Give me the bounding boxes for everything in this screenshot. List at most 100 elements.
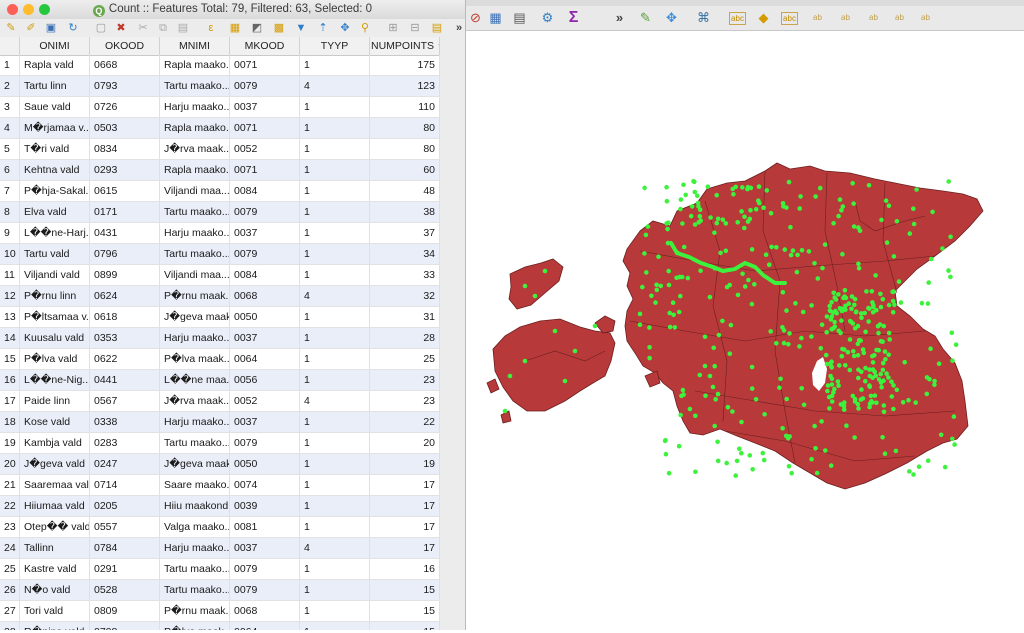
digitize-icon[interactable]: ✎: [637, 9, 654, 26]
row-number-cell[interactable]: 25: [0, 559, 20, 579]
table-row[interactable]: 15 P�lva vald 0622 P�lva maak... 0064 1 25: [0, 349, 440, 370]
toggle-edit-icon[interactable]: ✎: [4, 21, 18, 35]
column-header-mkood[interactable]: MKOOD: [230, 37, 300, 55]
invert-selection-icon[interactable]: ◩: [250, 21, 264, 35]
table-row[interactable]: 27 Tori vald 0809 P�rnu maak... 0068 1 15: [0, 601, 440, 622]
table-row[interactable]: 5 T�ri vald 0834 J�rva maak... 0052 1 80: [0, 139, 440, 160]
row-number-cell[interactable]: 27: [0, 601, 20, 621]
label5-icon[interactable]: ab: [865, 9, 882, 26]
table-row[interactable]: 4 M�rjamaa v... 0503 Rapla maako... 0071 1 80: [0, 118, 440, 139]
map-canvas[interactable]: [465, 31, 1024, 630]
zoom-to-selection-icon[interactable]: ⚲: [358, 21, 372, 35]
table-icon[interactable]: ▦: [487, 9, 504, 26]
row-number-cell[interactable]: 26: [0, 580, 20, 600]
move-selection-top-icon[interactable]: ⇡: [316, 21, 330, 35]
filter-icon[interactable]: ⊘: [467, 9, 484, 26]
cut-icon[interactable]: ✂: [136, 21, 150, 35]
new-field-icon[interactable]: ⊞: [386, 21, 400, 35]
multi-edit-icon[interactable]: ✐: [24, 21, 38, 35]
table-row[interactable]: 11 Viljandi vald 0899 Viljandi maa... 0084 1 3…: [0, 265, 440, 286]
table-row[interactable]: 20J�geva vald0247J�geva maak...0050119: [0, 454, 440, 475]
row-number-cell[interactable]: 22: [0, 496, 20, 516]
deselect-icon[interactable]: ▩: [272, 21, 286, 35]
column-header-okood[interactable]: OKOOD: [90, 37, 160, 55]
reload-icon[interactable]: ↻: [66, 21, 80, 35]
table-row[interactable]: 21 Saaremaa vald 0714 Saare maako... 0074 1 17: [0, 475, 440, 496]
row-number-cell[interactable]: 2: [0, 76, 20, 96]
select-all-icon[interactable]: ▦: [228, 21, 242, 35]
table-row[interactable]: 13P�ltsamaa v...0618J�geva maak...005013…: [0, 307, 440, 328]
table-row[interactable]: 10 Tartu vald 0796 Tartu maako... 0079 1 34: [0, 244, 440, 265]
table-row[interactable]: 7 P�hja-Sakal... 0615 Viljandi maa... 0084 1 4…: [0, 181, 440, 202]
calculator-icon[interactable]: ▤: [511, 9, 528, 26]
label6-icon[interactable]: ab: [891, 9, 908, 26]
table-row[interactable]: 28R�pina vald0708P�lva maak...0064115: [0, 622, 440, 630]
column-header-onimi[interactable]: ONIMI: [20, 37, 90, 55]
table-row[interactable]: 3 Saue vald 0726 Harju maako... 0037 1 110: [0, 97, 440, 118]
table-row[interactable]: 14 Kuusalu vald 0353 Harju maako... 0037 1 28: [0, 328, 440, 349]
row-number-cell[interactable]: 5: [0, 139, 20, 159]
table-row[interactable]: 16 L��ne-Nig... 0441 L��ne maa... 0056 1 23: [0, 370, 440, 391]
table-row[interactable]: 19 Kambja vald 0283 Tartu maako... 0079 1 20: [0, 433, 440, 454]
row-number-cell[interactable]: 21: [0, 475, 20, 495]
row-number-cell[interactable]: 3: [0, 97, 20, 117]
table-row[interactable]: 9 L��ne-Harj... 0431 Harju maako... 0037 1 37: [0, 223, 440, 244]
table-row[interactable]: 1 Rapla vald 0668 Rapla maako... 0071 1 175: [0, 55, 440, 76]
row-number-cell[interactable]: 8: [0, 202, 20, 222]
column-header-tyyp[interactable]: TYYP: [300, 37, 370, 55]
label3-icon[interactable]: ab: [809, 9, 826, 26]
move-icon[interactable]: ✥: [663, 9, 680, 26]
row-number-cell[interactable]: 19: [0, 433, 20, 453]
row-number-cell[interactable]: 9: [0, 223, 20, 243]
save-edits-icon[interactable]: ▣: [44, 21, 58, 35]
row-number-cell[interactable]: 28: [0, 622, 20, 630]
copy-icon[interactable]: ⧉: [156, 21, 170, 35]
field-calculator-icon[interactable]: ▤: [430, 21, 444, 35]
row-number-cell[interactable]: 14: [0, 328, 20, 348]
label7-icon[interactable]: ab: [917, 9, 934, 26]
row-number-cell[interactable]: 6: [0, 160, 20, 180]
row-number-cell[interactable]: 15: [0, 349, 20, 369]
table-row[interactable]: 12 P�rnu linn 0624 P�rnu maak... 0068 4 32: [0, 286, 440, 307]
pan-to-selection-icon[interactable]: ✥: [338, 21, 352, 35]
row-number-cell[interactable]: 24: [0, 538, 20, 558]
more-icon[interactable]: »: [611, 9, 628, 26]
row-number-cell[interactable]: 18: [0, 412, 20, 432]
row-number-cell[interactable]: 7: [0, 181, 20, 201]
table-row[interactable]: 6 Kehtna vald 0293 Rapla maako... 0071 1 60: [0, 160, 440, 181]
sigma-icon[interactable]: Σ: [565, 9, 582, 26]
attribute-table[interactable]: ONIMI OKOOD MNIMI MKOOD TYYP NUMPOINTS ▼…: [0, 37, 440, 630]
layer-style-icon[interactable]: ◆: [755, 9, 772, 26]
table-row[interactable]: 2 Tartu linn 0793 Tartu maako... 0079 4 123: [0, 76, 440, 97]
python-icon[interactable]: ⌘: [695, 9, 712, 26]
table-row[interactable]: 26 N�o vald 0528 Tartu maako... 0079 1 15: [0, 580, 440, 601]
toolbar-more-icon[interactable]: »: [452, 21, 466, 35]
label-icon[interactable]: abc: [729, 12, 746, 25]
filter-selection-icon[interactable]: ▼: [294, 21, 308, 35]
gear-icon[interactable]: ⚙: [539, 9, 556, 26]
row-number-cell[interactable]: 23: [0, 517, 20, 537]
row-number-cell[interactable]: 1: [0, 55, 20, 75]
row-number-cell[interactable]: 12: [0, 286, 20, 306]
add-feature-icon[interactable]: ▢: [94, 21, 108, 35]
table-row[interactable]: 24 Tallinn 0784 Harju maako... 0037 4 17: [0, 538, 440, 559]
table-row[interactable]: 22 Hiiumaa vald 0205 Hiiu maakond 0039 1 17: [0, 496, 440, 517]
row-number-cell[interactable]: 10: [0, 244, 20, 264]
row-number-cell[interactable]: 17: [0, 391, 20, 411]
row-number-cell[interactable]: 13: [0, 307, 20, 327]
label4-icon[interactable]: ab: [837, 9, 854, 26]
row-number-cell[interactable]: 4: [0, 118, 20, 138]
table-row[interactable]: 23 Otep�� vald 0557 Valga maako... 0081 1 17: [0, 517, 440, 538]
column-header-mnimi[interactable]: MNIMI: [160, 37, 230, 55]
row-number-cell[interactable]: 20: [0, 454, 20, 474]
table-scroll-area[interactable]: [440, 37, 465, 630]
table-row[interactable]: 25 Kastre vald 0291 Tartu maako... 0079 1 16: [0, 559, 440, 580]
row-number-cell[interactable]: 11: [0, 265, 20, 285]
delete-feature-icon[interactable]: ✖: [114, 21, 128, 35]
label2-icon[interactable]: abc: [781, 12, 798, 25]
row-number-cell[interactable]: 16: [0, 370, 20, 390]
delete-field-icon[interactable]: ⊟: [408, 21, 422, 35]
column-header-numpoints[interactable]: NUMPOINTS ▼: [370, 37, 440, 55]
table-row[interactable]: 8 Elva vald 0171 Tartu maako... 0079 1 38: [0, 202, 440, 223]
table-row[interactable]: 18 Kose vald 0338 Harju maako... 0037 1 22: [0, 412, 440, 433]
